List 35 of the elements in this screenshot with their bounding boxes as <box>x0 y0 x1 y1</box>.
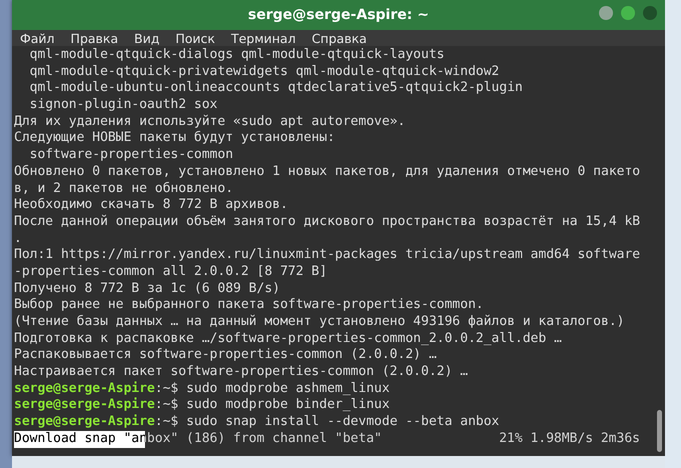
terminal-line: Получено 8 772 B за 1с (6 089 B/s) <box>14 280 282 298</box>
terminal-line: qml-module-qtquick-privatewidgets qml-module-qtquick-window2 <box>28 64 500 80</box>
terminal-line: Распаковывается software-properties-common (2.0.0.2) … <box>14 347 438 364</box>
minimize-button[interactable] <box>599 6 613 20</box>
menu-item[interactable]: Справка <box>312 30 367 46</box>
terminal-line: Выбор ранее не выбранного пакета software-properties-common. <box>14 297 485 314</box>
terminal-line: qml-module-qtquick-dialogs qml-module-qtquick-layouts <box>28 47 446 64</box>
terminal-line: Пол:1 https://mirror.yandex.ru/linuxmint-packages tricia/upstream amd64 software <box>14 247 642 264</box>
scrollbar-thumb[interactable] <box>656 410 662 452</box>
menu-item[interactable]: Файл <box>20 30 55 46</box>
menu-item[interactable]: Вид <box>134 30 160 46</box>
terminal-line: software-properties-common <box>28 147 234 164</box>
download-stats: 21% 1.98MB/s 2m36s <box>499 430 640 448</box>
prompt-line: serge@serge-Aspire:~$ sudo modprobe ashmem_linux <box>14 380 391 397</box>
prompt-line: serge@serge-Aspire:~$ sudo snap install --devmode --beta anbox <box>14 414 500 431</box>
close-button[interactable] <box>643 6 657 20</box>
menu-item[interactable]: Терминал <box>231 30 296 46</box>
terminal-line: Необходимо скачать 8 772 B архивов. <box>14 197 289 214</box>
terminal-line: (Чтение базы данных … на данный момент установлено 493196 файлов и каталогов.) <box>14 314 626 331</box>
menu-item[interactable]: Поиск <box>175 30 216 46</box>
terminal-line: Подготовка к распаковке …/software-properties-common_2.0.0.2_all.deb … <box>14 330 563 348</box>
terminal-line: qml-module-ubuntu-onlineaccounts qtdeclarative5-qtquick2-plugin <box>28 80 524 98</box>
terminal-line: Настраивается пакет software-properties-common (2.0.0.2) … <box>14 364 469 381</box>
terminal-line: После данной операции объём занятого дискового пространства возрастёт на 15,4 kB <box>14 214 642 231</box>
maximize-button[interactable] <box>621 6 635 20</box>
window-title: serge@serge-Aspire: ~ <box>248 7 429 23</box>
terminal-line: signon-plugin-oauth2 sox <box>28 97 218 114</box>
terminal-line: . <box>14 230 23 248</box>
terminal-line: Для их удаления используйте «sudo apt autoremove». <box>14 114 406 130</box>
terminal-line: Обновлено 0 пакетов, установлено 1 новых пакетов, для удаления отмечено 0 пакето <box>14 164 642 180</box>
prompt-line: serge@serge-Aspire:~$ sudo modprobe binder_linux <box>14 397 391 414</box>
terminal-line: Следующие НОВЫЕ пакеты будут установлены: <box>14 130 336 148</box>
terminal-line: -properties-common all 2.0.0.2 [8 772 B] <box>14 264 328 281</box>
terminal-line: в, и 2 пакетов не обновлено. <box>14 180 234 198</box>
menu-item[interactable]: Правка <box>70 30 118 46</box>
